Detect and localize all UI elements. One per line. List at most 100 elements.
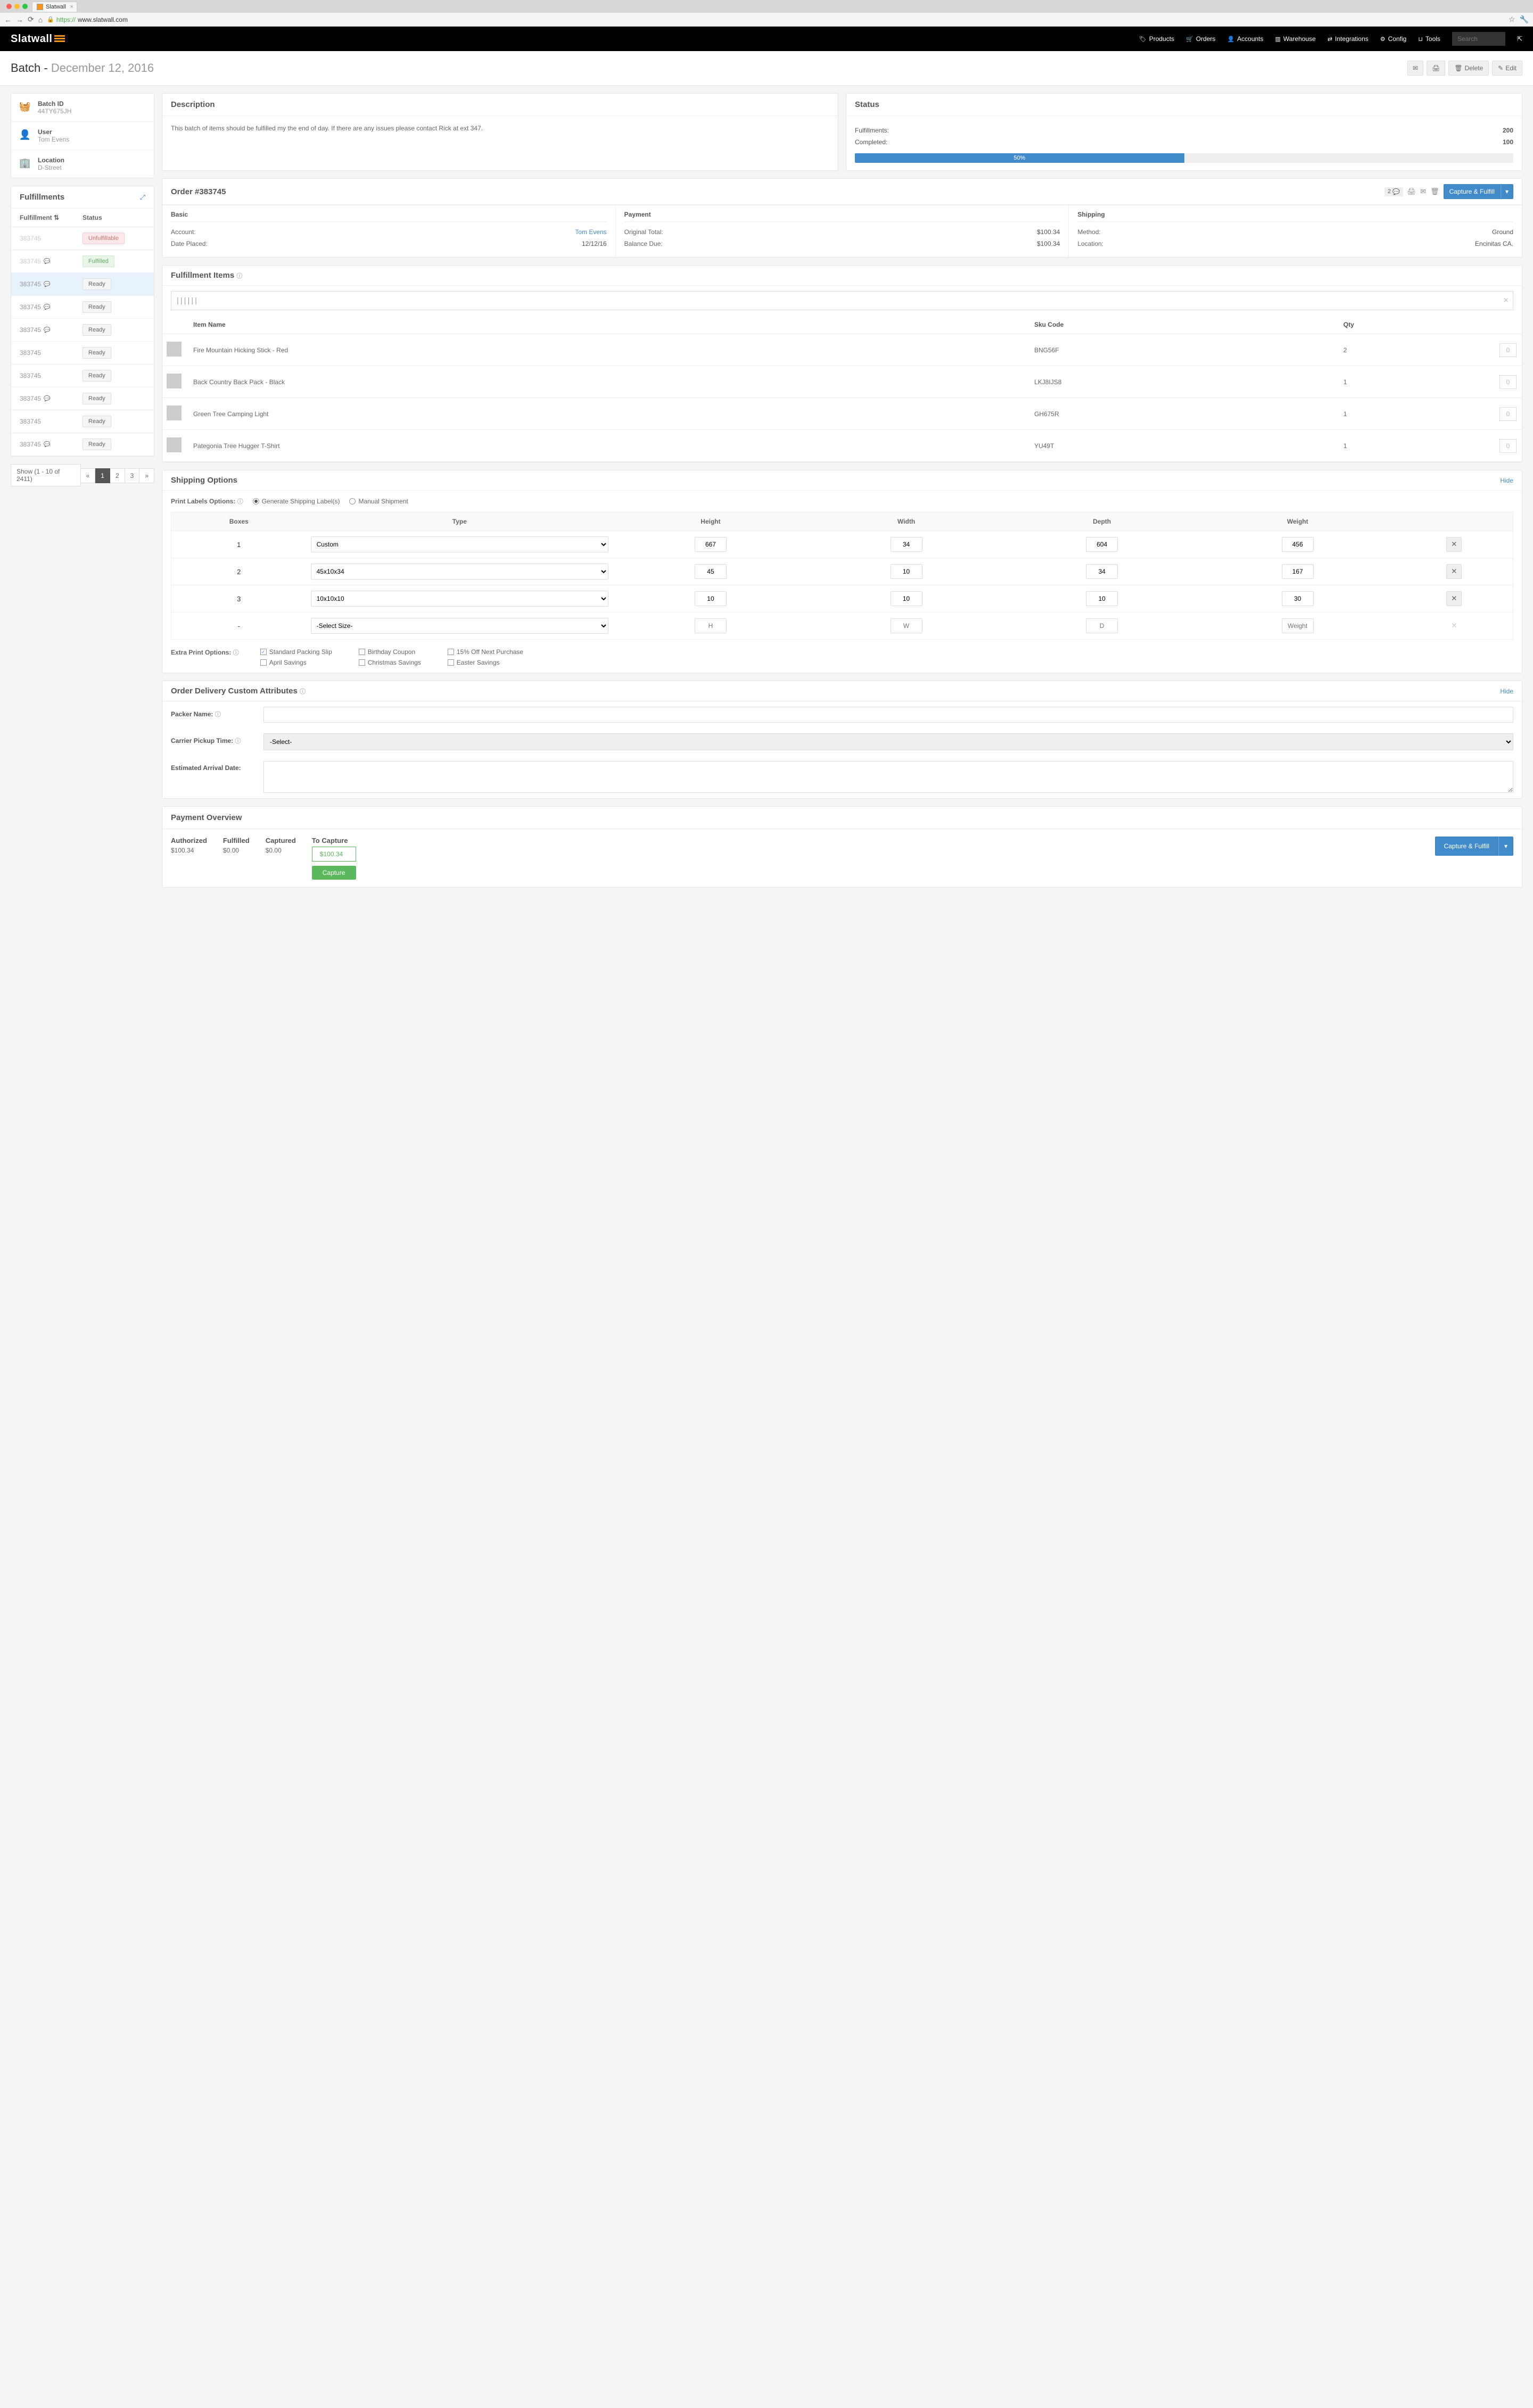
comment-badge[interactable]: 2 💬 [1384,187,1403,196]
trash-icon[interactable]: 🗑 [1430,187,1439,196]
wrench-icon[interactable]: 🔧 [1520,15,1529,24]
account-link[interactable]: Tom Evens [575,228,606,236]
nav-integrations[interactable]: ⇄Integrations [1328,35,1369,43]
shipping-hide-link[interactable]: Hide [1500,477,1513,484]
box-type-select[interactable]: 10x10x10 [311,591,609,607]
box-width-input[interactable] [891,591,922,606]
box-depth-input[interactable] [1086,591,1118,606]
item-qty-input[interactable] [1499,407,1516,421]
box-remove-button[interactable]: ✕ [1447,619,1461,633]
box-type-select[interactable]: 45x10x34 [311,564,609,580]
fulfillment-row[interactable]: 383745Ready [11,365,154,387]
col-fulfillment[interactable]: Fulfillment ⇅ [20,214,83,221]
nav-tools[interactable]: ⊔Tools [1418,35,1440,43]
box-weight-input[interactable] [1282,618,1314,633]
info-icon[interactable]: ⓘ [215,711,221,718]
box-weight-input[interactable] [1282,591,1314,606]
info-icon[interactable]: ⓘ [236,273,242,279]
info-icon[interactable]: ⓘ [233,650,239,656]
box-width-input[interactable] [891,618,922,633]
box-weight-input[interactable] [1282,564,1314,579]
item-qty-input[interactable] [1499,375,1516,389]
extra-print-option[interactable]: 15% Off Next Purchase [448,648,523,656]
print-icon[interactable]: 🖨 [1407,187,1416,196]
forward-button[interactable]: → [16,15,23,24]
fulfillment-row[interactable]: 383745 💬Ready [11,433,154,456]
packer-input[interactable] [263,707,1513,723]
custom-hide-link[interactable]: Hide [1500,688,1513,695]
capture-button[interactable]: Capture [312,866,356,880]
info-icon[interactable]: ⓘ [235,738,241,744]
box-width-input[interactable] [891,537,922,552]
pagination-button[interactable]: » [139,468,154,483]
box-remove-button[interactable]: ✕ [1446,591,1462,606]
box-width-input[interactable] [891,564,922,579]
box-type-select[interactable]: -Select Size- [311,618,609,634]
item-qty-input[interactable] [1499,439,1516,453]
reload-button[interactable]: ⟳ [28,15,34,24]
star-icon[interactable]: ☆ [1509,15,1515,24]
barcode-input[interactable]: |||||| × [171,291,1513,310]
capture-fulfill-button-2[interactable]: Capture & Fulfill [1435,837,1498,856]
maximize-window[interactable] [22,4,28,9]
pagination-button[interactable]: 2 [110,468,125,483]
pagination-button[interactable]: « [81,468,96,483]
fulfillment-row[interactable]: 383745Ready [11,410,154,433]
fulfillment-row[interactable]: 383745Unfulfillable [11,227,154,250]
nav-warehouse[interactable]: ▥Warehouse [1275,35,1316,43]
box-height-input[interactable] [695,564,727,579]
external-link-icon[interactable]: ⇱ [1517,35,1522,43]
minimize-window[interactable] [14,4,20,9]
pagination-button[interactable]: 3 [125,468,140,483]
box-height-input[interactable] [695,591,727,606]
box-remove-button[interactable]: ✕ [1446,537,1462,552]
extra-print-option[interactable]: Christmas Savings [359,659,421,666]
box-weight-input[interactable] [1282,537,1314,552]
email-icon[interactable]: ✉ [1420,187,1426,196]
nav-accounts[interactable]: 👤Accounts [1227,35,1263,43]
fulfillment-row[interactable]: 383745 💬Ready [11,319,154,342]
box-height-input[interactable] [695,537,727,552]
extra-print-option[interactable]: ✓Standard Packing Slip [260,648,332,656]
radio-manual[interactable]: Manual Shipment [349,498,408,505]
capture-fulfill-caret-2[interactable]: ▾ [1498,837,1513,856]
capture-fulfill-button[interactable]: Capture & Fulfill [1444,184,1501,199]
item-qty-input[interactable] [1499,343,1516,357]
extra-print-option[interactable]: Birthday Coupon [359,648,421,656]
box-depth-input[interactable] [1086,537,1118,552]
expand-icon[interactable]: ⤢ [140,193,145,202]
box-remove-button[interactable]: ✕ [1446,564,1462,579]
back-button[interactable]: ← [4,15,12,24]
info-icon[interactable]: ⓘ [300,689,306,695]
fulfillment-row[interactable]: 383745 💬Fulfilled [11,250,154,273]
email-button[interactable]: ✉ [1407,61,1423,76]
box-type-select[interactable]: Custom [311,536,609,552]
close-window[interactable] [6,4,12,9]
print-button[interactable]: 🖨 [1427,61,1445,76]
arrival-textarea[interactable] [263,761,1513,793]
col-status[interactable]: Status [83,214,145,221]
fulfillment-row[interactable]: 383745 💬Ready [11,296,154,319]
fulfillment-row[interactable]: 383745 💬Ready [11,387,154,410]
extra-print-option[interactable]: April Savings [260,659,332,666]
capture-fulfill-caret[interactable]: ▾ [1501,184,1513,199]
box-depth-input[interactable] [1086,618,1118,633]
search-input[interactable] [1452,32,1505,46]
box-depth-input[interactable] [1086,564,1118,579]
nav-config[interactable]: ⚙Config [1380,35,1407,43]
carrier-select[interactable]: -Select- [263,733,1513,750]
close-tab-icon[interactable]: × [70,4,73,10]
brand-logo[interactable]: Slatwall [11,33,65,45]
info-icon[interactable]: ⓘ [237,499,243,505]
browser-tab[interactable]: Slatwall × [32,2,77,12]
extra-print-option[interactable]: Easter Savings [448,659,523,666]
edit-button[interactable]: ✎ Edit [1492,61,1522,76]
home-button[interactable]: ⌂ [38,15,43,24]
pagination-button[interactable]: 1 [95,468,110,483]
fulfillment-row[interactable]: 383745 💬Ready [11,273,154,296]
barcode-clear-icon[interactable]: × [1504,296,1509,305]
nav-products[interactable]: 🏷Products [1139,35,1174,43]
fulfillment-row[interactable]: 383745Ready [11,342,154,365]
radio-generate[interactable]: Generate Shipping Label(s) [253,498,340,505]
nav-orders[interactable]: 🛒Orders [1186,35,1215,43]
